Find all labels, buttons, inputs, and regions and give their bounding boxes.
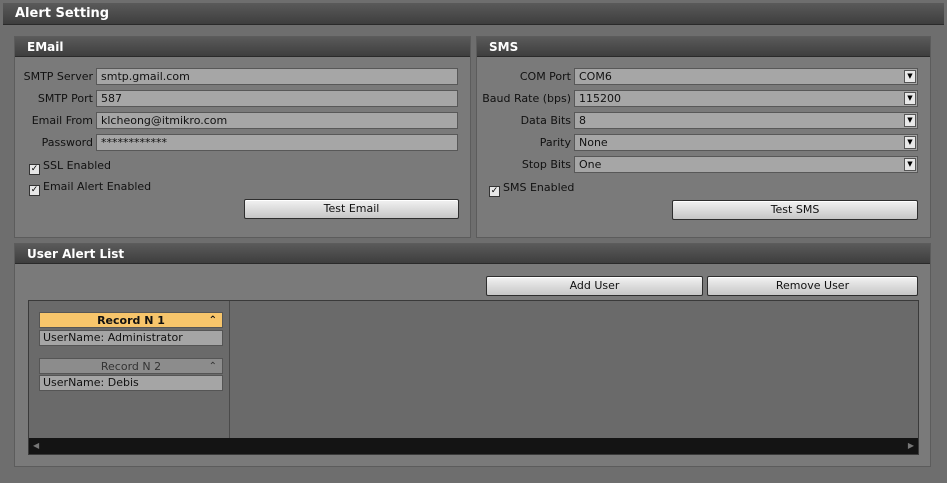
email-from-input[interactable]: klcheong@itmikro.com [96, 112, 458, 129]
collapse-icon[interactable]: ⌃ [209, 359, 217, 375]
dropdown-arrow-icon[interactable]: ▼ [904, 70, 916, 83]
dropdown-arrow-icon[interactable]: ▼ [904, 114, 916, 127]
smtp-server-input[interactable]: smtp.gmail.com [96, 68, 458, 85]
email-alert-enabled-label: Email Alert Enabled [43, 180, 152, 193]
sms-panel-header: SMS [477, 37, 930, 57]
ssl-enabled-label: SSL Enabled [43, 159, 112, 172]
add-user-button[interactable]: Add User [486, 276, 703, 296]
remove-user-button[interactable]: Remove User [707, 276, 918, 296]
user-alert-list-header: User Alert List [15, 244, 930, 264]
com-port-label: COM Port [519, 70, 571, 83]
data-bits-value: 8 [579, 114, 586, 127]
baud-rate-label: Baud Rate (bps) [482, 92, 571, 105]
parity-label: Parity [539, 136, 571, 149]
window-title-bar: Alert Setting [3, 3, 944, 25]
stop-bits-select[interactable]: One ▼ [574, 156, 918, 173]
window-title: Alert Setting [15, 6, 110, 21]
scroll-right-icon[interactable]: ▶ [908, 441, 914, 450]
parity-select[interactable]: None ▼ [574, 134, 918, 151]
record-body-2[interactable]: UserName: Debis [39, 375, 223, 391]
sms-enabled-checkbox[interactable]: ✓ SMS Enabled [489, 180, 575, 197]
dropdown-arrow-icon[interactable]: ▼ [904, 136, 916, 149]
check-icon: ✓ [29, 185, 40, 196]
email-panel-header: EMail [15, 37, 470, 57]
test-sms-button[interactable]: Test SMS [672, 200, 918, 220]
baud-rate-value: 115200 [579, 92, 621, 105]
check-icon: ✓ [489, 186, 500, 197]
smtp-port-input[interactable]: 587 [96, 90, 458, 107]
collapse-icon[interactable]: ⌃ [209, 313, 217, 329]
record-header-2[interactable]: Record N 2 ⌃ [39, 358, 223, 374]
record-header-1[interactable]: Record N 1 ⌃ [39, 312, 223, 328]
com-port-value: COM6 [579, 70, 612, 83]
data-bits-select[interactable]: 8 ▼ [574, 112, 918, 129]
sms-panel-title: SMS [489, 40, 519, 54]
ssl-enabled-checkbox[interactable]: ✓ SSL Enabled [29, 158, 112, 175]
check-icon: ✓ [29, 164, 40, 175]
parity-value: None [579, 136, 608, 149]
com-port-select[interactable]: COM6 ▼ [574, 68, 918, 85]
record-title: Record N 1 [97, 314, 165, 327]
smtp-port-label: SMTP Port [37, 92, 93, 105]
user-alert-list-title: User Alert List [27, 247, 125, 261]
dropdown-arrow-icon[interactable]: ▼ [904, 92, 916, 105]
record-column-divider [229, 301, 230, 438]
smtp-server-label: SMTP Server [23, 70, 93, 83]
stop-bits-label: Stop Bits [521, 158, 571, 171]
record-title: Record N 2 [100, 360, 162, 373]
stop-bits-value: One [579, 158, 602, 171]
email-from-label: Email From [31, 114, 93, 127]
scroll-left-icon[interactable]: ◀ [33, 441, 39, 450]
baud-rate-select[interactable]: 115200 ▼ [574, 90, 918, 107]
sms-enabled-label: SMS Enabled [503, 181, 575, 194]
horizontal-scrollbar[interactable]: ◀ ▶ [29, 438, 918, 454]
data-bits-label: Data Bits [520, 114, 571, 127]
dropdown-arrow-icon[interactable]: ▼ [904, 158, 916, 171]
record-body-1[interactable]: UserName: Administrator [39, 330, 223, 346]
email-alert-enabled-checkbox[interactable]: ✓ Email Alert Enabled [29, 179, 152, 196]
password-input[interactable]: ************ [96, 134, 458, 151]
test-email-button[interactable]: Test Email [244, 199, 459, 219]
email-panel-title: EMail [27, 40, 64, 54]
password-label: Password [41, 136, 93, 149]
